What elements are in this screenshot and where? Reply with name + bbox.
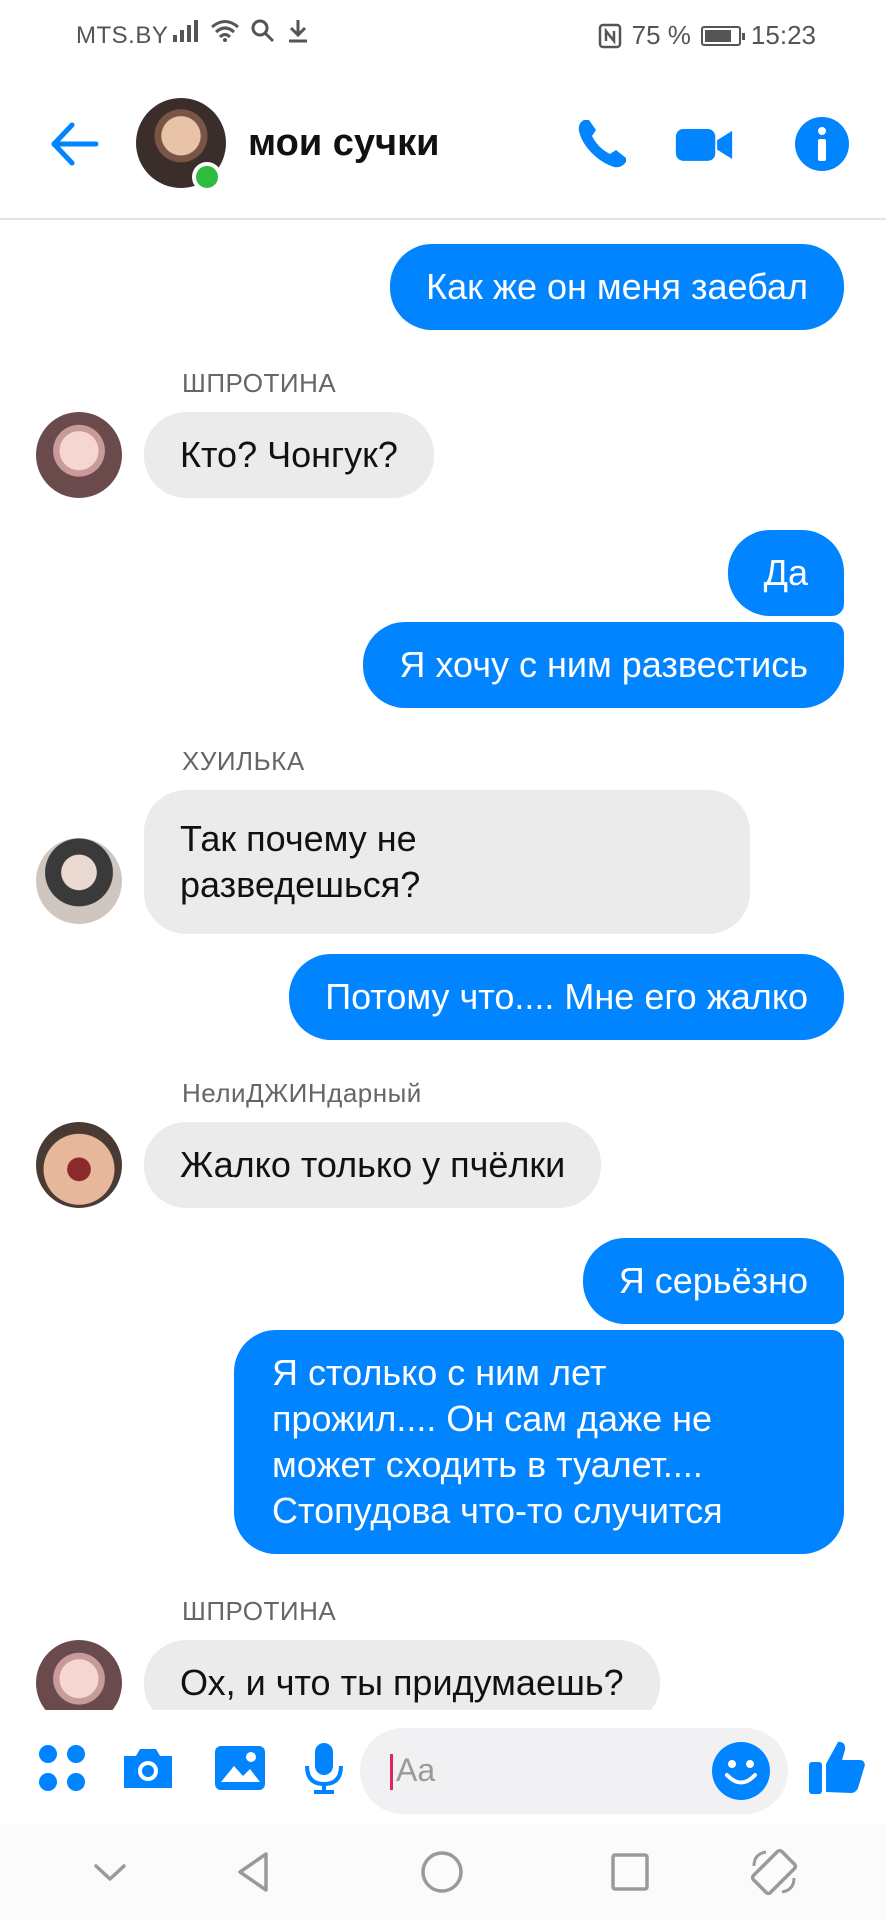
incoming-message[interactable]: Кто? Чонгук? — [144, 412, 434, 498]
download-icon — [289, 20, 307, 43]
status-bar: MTS.BY 75 % 15:23 — [0, 0, 886, 70]
wifi-icon — [211, 20, 239, 42]
outgoing-message[interactable]: Я хочу с ним развестись — [363, 622, 844, 708]
nav-home-icon[interactable] — [416, 1846, 468, 1898]
clock: 15:23 — [750, 20, 816, 50]
composer-bar: Aa — [0, 1712, 886, 1824]
incoming-message[interactable]: Так почему не разведешься? — [144, 790, 750, 934]
sender-avatar[interactable] — [36, 838, 122, 924]
smiley-icon[interactable] — [710, 1740, 772, 1802]
battery-icon — [700, 25, 745, 46]
nav-recents-icon[interactable] — [604, 1846, 656, 1898]
message-input[interactable]: Aa — [360, 1728, 788, 1814]
text-cursor — [390, 1754, 393, 1790]
sender-avatar[interactable] — [36, 412, 122, 498]
grid-dots-icon[interactable] — [34, 1740, 90, 1796]
nav-back-icon[interactable] — [228, 1846, 280, 1898]
outgoing-message[interactable]: Как же он меня заебал — [390, 244, 844, 330]
message-line: разведешься? — [180, 864, 421, 905]
phone-icon[interactable] — [572, 114, 632, 174]
sender-avatar[interactable] — [36, 1640, 122, 1710]
message-list[interactable]: Как же он меня заебал ШПРОТИНА Кто? Чонг… — [0, 220, 886, 1710]
nfc-icon — [598, 23, 621, 48]
camera-icon[interactable] — [120, 1740, 176, 1796]
outgoing-message[interactable]: Я серьёзно — [582, 1238, 844, 1324]
info-icon[interactable] — [792, 114, 852, 174]
video-camera-icon[interactable] — [674, 114, 734, 174]
image-icon[interactable] — [212, 1740, 268, 1796]
signal-icon — [173, 20, 198, 42]
outgoing-message[interactable]: Потому что.... Мне его жалко — [289, 954, 844, 1040]
message-line: Так почему не — [180, 818, 417, 859]
sender-name: ХУИЛЬКА — [182, 746, 305, 776]
sender-avatar[interactable] — [36, 1122, 122, 1208]
chevron-down-icon[interactable] — [84, 1846, 136, 1898]
carrier-label: MTS.BY — [76, 22, 169, 49]
message-line: прожил.... Он сам даже не — [272, 1398, 713, 1439]
incoming-message[interactable]: Жалко только у пчёлки — [144, 1122, 602, 1208]
chat-title[interactable]: мои сучки — [248, 122, 439, 165]
outgoing-message[interactable]: Да — [727, 530, 844, 616]
battery-percent: 75 % — [631, 20, 691, 50]
sender-name: НелиДЖИНдарный — [182, 1078, 422, 1108]
microphone-icon[interactable] — [296, 1740, 352, 1796]
sender-name: ШПРОТИНА — [182, 368, 337, 398]
incoming-message[interactable]: Ох, и что ты придумаешь? — [144, 1640, 660, 1710]
search-icon — [251, 19, 275, 43]
status-left-icons — [172, 18, 310, 44]
rotate-screen-icon[interactable] — [748, 1846, 800, 1898]
message-line: Я столько с ним лет — [272, 1352, 607, 1393]
online-indicator — [192, 162, 222, 192]
status-right: 75 % 15:23 — [598, 20, 816, 51]
input-placeholder: Aa — [396, 1752, 436, 1788]
system-nav-bar — [0, 1824, 886, 1920]
thumbs-up-icon[interactable] — [806, 1736, 868, 1798]
chat-header: мои сучки — [0, 70, 886, 220]
outgoing-message[interactable]: Я столько с ним лет прожил.... Он сам да… — [234, 1330, 844, 1554]
arrow-left-icon[interactable] — [44, 114, 104, 174]
message-line: может сходить в туалет.... — [272, 1444, 703, 1485]
sender-name: ШПРОТИНА — [182, 1596, 337, 1626]
message-line: Стопудова что-то случится — [272, 1490, 723, 1531]
